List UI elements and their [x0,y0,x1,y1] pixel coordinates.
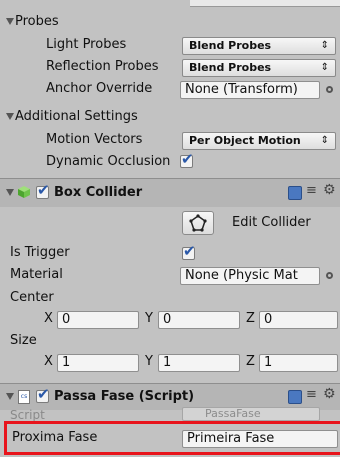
top-field-fragment [190,0,340,7]
center-x-field[interactable]: 0 [57,311,139,329]
checkmark-icon: ✔ [37,385,50,403]
is-trigger-label: Is Trigger [10,245,70,260]
help-icon[interactable] [288,186,302,200]
object-picker-icon[interactable] [326,272,333,279]
checkmark-icon: ✔ [37,181,50,199]
passa-fase-enabled-checkbox[interactable]: ✔ [36,385,50,403]
light-probes-label: Light Probes [46,37,127,52]
checkmark-icon: ✔ [183,242,196,260]
passa-fase-foldout-icon[interactable] [6,393,14,400]
size-label: Size [10,333,37,348]
material-value: None (Physic Mat [185,268,298,283]
edit-collider-icon [189,214,207,232]
anchor-override-field[interactable]: None (Transform) [180,81,320,99]
motion-vectors-label: Motion Vectors [46,132,143,147]
gear-icon[interactable]: ⚙ [323,182,336,198]
center-z-label: Z [246,311,255,326]
dropdown-arrow-icon: ⇕ [320,62,329,73]
presets-icon[interactable]: ≡ [306,387,317,402]
proxima-fase-value: Primeira Fase [187,431,275,446]
is-trigger-checkbox[interactable]: ✔ [182,242,196,260]
box-collider-header[interactable]: ✔ Box Collider ≡ ⚙ [0,179,340,207]
edit-collider-label: Edit Collider [232,215,311,230]
dynamic-occlusion-checkbox[interactable]: ✔ [180,150,194,168]
motion-vectors-value: Per Object Motion [189,134,301,147]
center-z-field[interactable]: 0 [259,311,338,329]
presets-icon[interactable]: ≡ [306,183,317,198]
light-probes-value: Blend Probes [189,39,272,52]
additional-settings-foldout-icon[interactable] [6,113,14,120]
center-x-label: X [44,311,53,326]
dropdown-arrow-icon: ⇕ [320,40,329,51]
script-value: PassaFase [205,407,261,420]
probes-foldout-icon[interactable] [6,18,14,25]
probes-title[interactable]: Probes [15,13,59,31]
help-icon[interactable] [288,390,302,404]
script-field: PassaFase [182,407,320,421]
object-picker-icon[interactable] [326,86,333,93]
size-z-label: Z [246,354,255,369]
center-label: Center [10,290,54,305]
gear-icon[interactable]: ⚙ [323,386,336,402]
reflection-probes-label: Reflection Probes [46,59,159,74]
light-probes-dropdown[interactable]: Blend Probes ⇕ [182,37,336,55]
box-collider-enabled-checkbox[interactable]: ✔ [36,181,50,199]
passa-fase-title: Passa Fase (Script) [54,389,195,404]
box-collider-foldout-icon[interactable] [6,189,14,196]
proxima-fase-label: Proxima Fase [12,430,98,445]
center-y-field[interactable]: 0 [158,311,240,329]
material-label: Material [10,267,63,282]
proxima-fase-field[interactable]: Primeira Fase [182,430,338,448]
box-collider-title: Box Collider [54,185,143,200]
additional-settings-title[interactable]: Additional Settings [15,108,138,126]
motion-vectors-dropdown[interactable]: Per Object Motion ⇕ [182,132,336,150]
anchor-override-label: Anchor Override [46,81,153,96]
size-z-field[interactable]: 1 [259,354,338,372]
center-y-label: Y [145,311,153,326]
script-file-icon: cs [18,390,30,404]
cube-icon [17,185,31,199]
reflection-probes-value: Blend Probes [189,61,272,74]
size-x-label: X [44,354,53,369]
dropdown-arrow-icon: ⇕ [320,135,329,146]
edit-collider-button[interactable] [182,211,214,235]
dynamic-occlusion-label: Dynamic Occlusion [46,154,171,169]
size-x-field[interactable]: 1 [57,354,139,372]
size-y-label: Y [145,354,153,369]
material-field[interactable]: None (Physic Mat [180,267,320,285]
checkmark-icon: ✔ [181,150,194,168]
reflection-probes-dropdown[interactable]: Blend Probes ⇕ [182,59,336,77]
anchor-override-value: None (Transform) [185,82,298,97]
size-y-field[interactable]: 1 [158,354,240,372]
